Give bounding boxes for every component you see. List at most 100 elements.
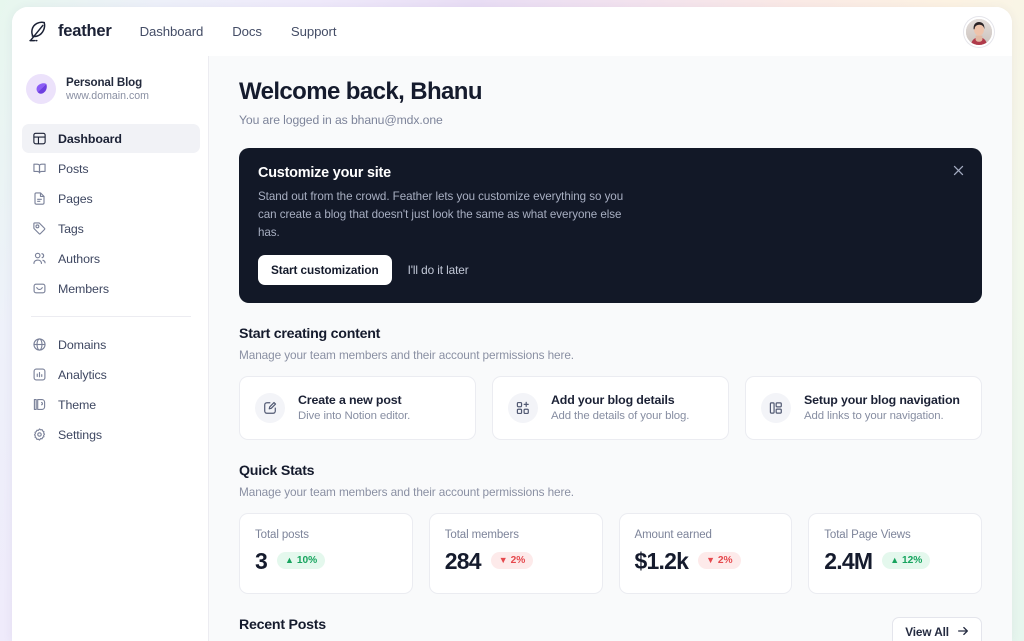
action-title: Setup your blog navigation [804,393,960,408]
sidebar-item-members[interactable]: Members [22,274,200,303]
page-title: Welcome back, Bhanu [239,78,483,105]
sidebar-item-dashboard[interactable]: Dashboard [22,124,200,153]
badge-label: 12% [902,555,923,567]
page-subtitle: You are logged in as bhanu@mdx.one [239,112,443,127]
sidebar-label-settings: Settings [58,427,102,442]
tag-icon [31,221,47,237]
status-badge: ▲ 12% [882,552,931,570]
action-desc: Dive into Notion editor. [298,410,411,423]
stat-row: 284 ▼ 2% [445,549,587,573]
edit-square-icon [255,392,285,423]
recent-posts-header: Recent Posts Manage your team members an… [239,616,982,641]
globe-icon [31,337,47,353]
do-it-later-button[interactable]: I'll do it later [402,255,475,285]
arrow-up-icon: ▲ [285,555,294,566]
sidebar-item-analytics[interactable]: Analytics [22,360,200,389]
site-name: Personal Blog [66,75,143,89]
badge-label: 2% [510,555,526,567]
sidebar-label-members: Members [58,281,109,296]
stat-value: 3 [255,547,268,574]
action-card-blog-navigation[interactable]: Setup your blog navigation Add links to … [745,375,982,440]
sidebar-item-pages[interactable]: Pages [22,184,200,213]
view-all-label: View All [905,625,949,640]
app-window: feather Dashboard Docs Support Personal … [12,7,1012,641]
top-navbar: feather Dashboard Docs Support [12,7,1012,56]
action-desc: Add the details of your blog. [551,410,690,423]
site-url: www.domain.com [66,90,150,103]
stat-label: Total posts [255,528,309,541]
sidebar-label-tags: Tags [58,221,84,236]
close-icon[interactable] [949,162,967,180]
stats-section-subtitle: Manage your team members and their accou… [239,484,574,499]
action-title: Create a new post [298,393,402,408]
stats-section-title: Quick Stats [239,462,315,479]
sidebar-item-settings[interactable]: Settings [22,420,200,449]
site-switcher[interactable]: Personal Blog www.domain.com [22,68,200,110]
stat-card-total-members: Total members 284 ▼ 2% [428,512,603,594]
sidebar-item-posts[interactable]: Posts [22,154,200,183]
customize-banner: Customize your site Stand out from the c… [239,147,982,303]
feather-logo-icon [28,20,49,43]
topnav-right [964,16,994,47]
brand-name: feather [58,22,112,40]
sidebar-item-authors[interactable]: Authors [22,244,200,273]
action-card-blog-details[interactable]: Add your blog details Add the details of… [492,375,729,440]
sidebar-nav-secondary: Domains Analytics Theme Settings [22,330,200,449]
stat-value: 284 [444,547,482,574]
grid-plus-icon [508,392,538,423]
sidebar-item-tags[interactable]: Tags [22,214,200,243]
stat-card-total-page-views: Total Page Views 2.4M ▲ 12% [808,512,982,594]
start-customization-button[interactable]: Start customization [258,254,392,285]
mail-icon [31,281,47,297]
arrow-right-icon [957,625,969,640]
brand-logo[interactable]: feather [28,20,112,43]
stat-card-total-posts: Total posts 3 ▲ 10% [239,512,413,594]
user-avatar[interactable] [964,16,994,47]
status-badge: ▲ 10% [277,552,326,570]
layout-dashboard-icon [31,131,47,147]
stat-label: Total members [444,528,519,541]
users-icon [31,251,47,267]
stat-card-grid: Total posts 3 ▲ 10% Total members 284 ▼ … [239,512,982,594]
stat-value: $1.2k [634,547,689,574]
book-open-icon [31,161,47,177]
status-badge: ▼ 2% [490,552,534,570]
recent-posts-section: Recent Posts Manage your team members an… [239,616,982,641]
banner-actions: Start customization I'll do it later [258,254,963,285]
stat-value: 2.4M [824,547,873,574]
site-meta: Personal Blog www.domain.com [66,76,149,103]
layout-columns-icon [761,392,791,423]
topnav-link-docs[interactable]: Docs [232,24,262,39]
stat-row: 3 ▲ 10% [255,549,397,573]
topnav-link-dashboard[interactable]: Dashboard [140,24,204,39]
action-card-create-post[interactable]: Create a new post Dive into Notion edito… [239,375,476,440]
main-content: Welcome back, Bhanu You are logged in as… [209,56,1012,641]
leaf-logo-icon [26,74,56,104]
content-section-subtitle: Manage your team members and their accou… [239,347,574,362]
gear-icon [31,427,47,443]
sidebar: Personal Blog www.domain.com Dashboard P… [12,56,209,641]
action-desc: Add links to your navigation. [804,410,944,423]
sidebar-item-domains[interactable]: Domains [22,330,200,359]
action-meta: Add your blog details Add the details of… [551,393,689,422]
sidebar-label-pages: Pages [58,191,93,206]
quick-stats-section: Quick Stats Manage your team members and… [239,463,982,594]
recent-posts-heading-group: Recent Posts Manage your team members an… [239,617,574,641]
badge-label: 10% [296,555,318,567]
recent-section-title: Recent Posts [239,616,326,633]
action-title: Add your blog details [551,393,675,408]
sidebar-item-theme[interactable]: Theme [22,390,200,419]
stat-row: $1.2k ▼ 2% [635,549,777,573]
action-meta: Setup your blog navigation Add links to … [804,393,960,422]
stat-label: Amount earned [634,528,712,541]
banner-title: Customize your site [258,164,391,181]
sidebar-label-analytics: Analytics [58,367,107,382]
arrow-down-icon: ▼ [706,555,715,566]
sidebar-label-domains: Domains [58,337,107,352]
sidebar-label-authors: Authors [58,251,101,266]
view-all-button[interactable]: View All [892,616,982,641]
topnav-link-support[interactable]: Support [291,24,337,39]
stat-card-amount-earned: Amount earned $1.2k ▼ 2% [618,512,793,594]
content-section-title: Start creating content [239,325,381,342]
status-badge: ▼ 2% [698,552,741,570]
